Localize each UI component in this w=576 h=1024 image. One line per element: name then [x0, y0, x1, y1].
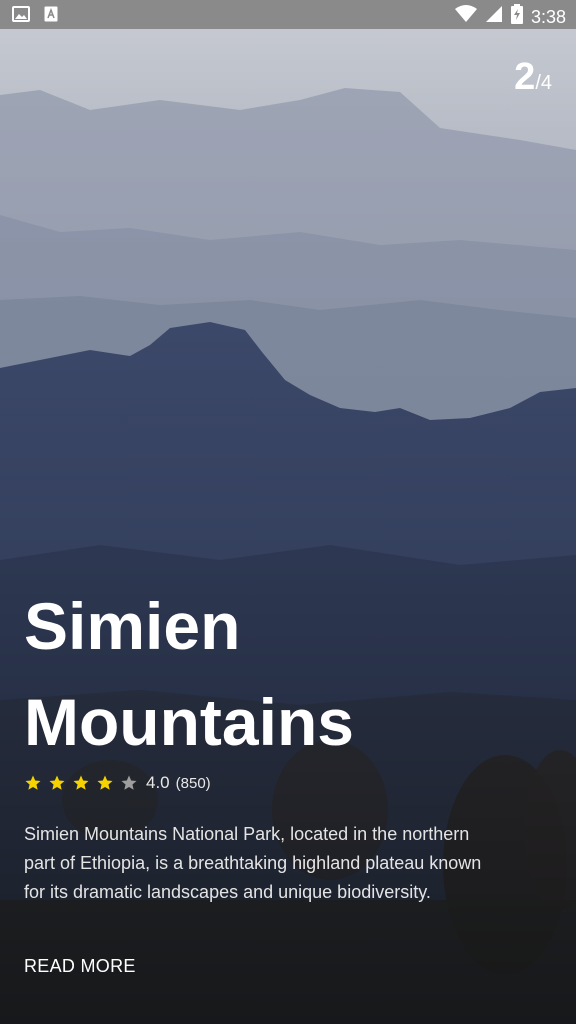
read-more-button[interactable]: READ MORE [24, 956, 136, 977]
battery-charging-icon [510, 4, 523, 29]
destination-description: Simien Mountains National Park, located … [24, 824, 482, 902]
page-indicator: 2 / 4 [514, 56, 552, 99]
status-bar: 3:38 [0, 0, 576, 29]
star-filled-icon [24, 774, 42, 792]
star-filled-icon [72, 774, 90, 792]
text-a-icon [44, 6, 58, 27]
screen: 3:38 2 / 4 Simien Mountains 4.0 (850) Si… [0, 0, 576, 1024]
star-filled-icon [96, 774, 114, 792]
destination-title: Simien Mountains [24, 589, 354, 759]
star-filled-icon [48, 774, 66, 792]
rating-stars [24, 774, 138, 792]
rating-count: (850) [175, 774, 211, 792]
page-total: 4 [540, 72, 552, 94]
rating-value: 4.0 [146, 773, 170, 792]
status-time: 3:38 [530, 6, 566, 27]
page-current: 2 [514, 56, 536, 98]
star-empty-icon [120, 774, 138, 792]
wifi-icon [454, 5, 477, 28]
cell-signal-icon [485, 5, 503, 28]
rating: 4.0 (850) [24, 773, 211, 793]
image-icon [12, 6, 30, 27]
